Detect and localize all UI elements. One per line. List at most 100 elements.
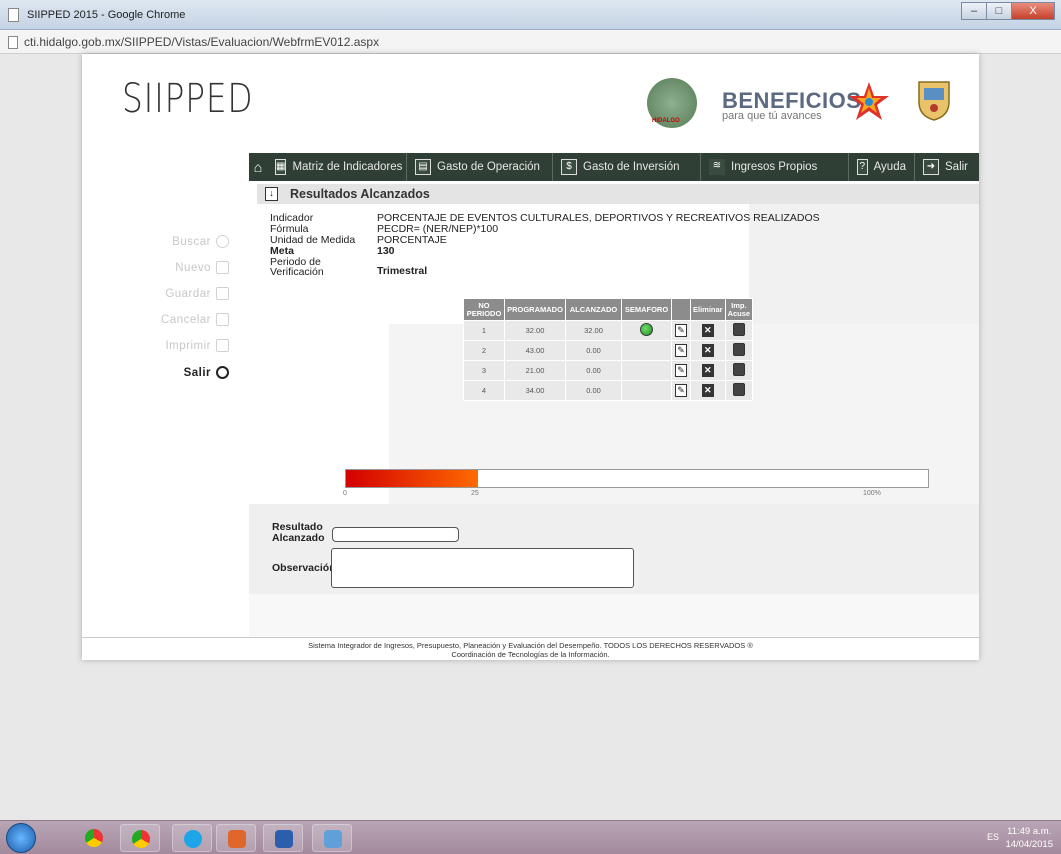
sidebar-buscar[interactable]: Buscar	[172, 235, 229, 248]
cell-eliminar: ✕	[690, 340, 726, 361]
cell-alcanzado: 32.00	[565, 320, 622, 341]
col-alcanzado: ALCANZADO	[565, 298, 622, 321]
search-icon	[216, 235, 229, 248]
nav-matriz-indicadores[interactable]: ▦ Matriz de Indicadores	[267, 153, 407, 181]
col-edit	[671, 298, 691, 321]
cell-semaforo	[621, 320, 672, 341]
nav-ingresos-propios[interactable]: ≋ Ingresos Propios	[701, 153, 849, 181]
print-icon[interactable]	[732, 323, 745, 336]
sidebar-nuevo[interactable]: Nuevo	[175, 261, 229, 274]
nav-label: Ayuda	[873, 161, 906, 173]
resultado-input[interactable]	[332, 527, 459, 542]
footer-line2: Coordinación de Tecnologías de la Inform…	[451, 650, 610, 659]
tray-lang[interactable]: ES	[987, 832, 999, 842]
cell-edit: ✎	[671, 340, 691, 361]
minimize-button[interactable]: –	[961, 2, 987, 20]
table-row: 2 43.00 0.00 ✎ ✕	[463, 340, 754, 361]
taskbar-chrome[interactable]	[74, 824, 114, 852]
left-sidebar: Buscar Nuevo Guardar Cancelar Imprimir S…	[82, 147, 249, 637]
cell-eliminar: ✕	[690, 360, 726, 381]
taskbar-powerpoint[interactable]	[216, 824, 256, 852]
delete-icon[interactable]: ✕	[701, 344, 714, 357]
sidebar-label: Nuevo	[175, 261, 211, 274]
cell-semaforo	[621, 360, 672, 381]
nav-ayuda[interactable]: ? Ayuda	[849, 153, 915, 181]
sidebar-salir[interactable]: Salir	[184, 366, 229, 379]
nav-gasto-inversion[interactable]: $ Gasto de Inversión	[553, 153, 701, 181]
edit-icon[interactable]: ✎	[675, 364, 687, 377]
cell-programado: 32.00	[504, 320, 566, 341]
cell-acuse	[724, 340, 754, 361]
edit-icon[interactable]: ✎	[675, 344, 687, 357]
home-icon[interactable]: ⌂	[249, 153, 267, 181]
powerpoint-icon	[228, 830, 246, 848]
taskbar-word[interactable]	[263, 824, 303, 852]
print-icon[interactable]	[732, 383, 745, 396]
cell-programado: 21.00	[504, 360, 566, 381]
taskbar-chrome-active[interactable]	[120, 824, 160, 852]
main-nav: ⌂ ▦ Matriz de Indicadores ▤ Gasto de Ope…	[249, 153, 979, 181]
cell-eliminar: ✕	[690, 320, 726, 341]
edit-icon[interactable]: ✎	[675, 384, 687, 397]
star-logo-icon	[849, 82, 889, 120]
col-eliminar: Eliminar	[690, 298, 726, 321]
edit-icon[interactable]: ✎	[675, 324, 687, 337]
delete-icon[interactable]: ✕	[701, 364, 714, 377]
cell-edit: ✎	[671, 360, 691, 381]
sidebar-imprimir[interactable]: Imprimir	[165, 339, 229, 352]
close-button[interactable]: X	[1011, 2, 1055, 20]
site-logo[interactable]: SIIPPED	[122, 76, 253, 122]
nav-label: Matriz de Indicadores	[292, 161, 403, 173]
observacion-textarea[interactable]	[331, 548, 634, 588]
cell-eliminar: ✕	[690, 380, 726, 401]
cell-edit: ✎	[671, 380, 691, 401]
meta-value: 130	[377, 245, 395, 257]
delete-icon[interactable]: ✕	[701, 384, 714, 397]
sidebar-label: Guardar	[165, 287, 211, 300]
start-button-icon[interactable]	[6, 823, 36, 853]
taskbar: ES 11:49 a.m. 14/04/2015	[0, 820, 1061, 854]
bg-block	[249, 594, 979, 637]
section-title: Resultados Alcanzados	[290, 187, 430, 201]
progress-bar	[345, 469, 929, 488]
cancel-icon	[216, 313, 229, 326]
col-semaforo: SEMAFORO	[621, 298, 672, 321]
cell-acuse	[724, 320, 754, 341]
exit-icon: ➜	[923, 159, 939, 175]
taskbar-clock[interactable]: 11:49 a.m. 14/04/2015	[1005, 825, 1053, 851]
maximize-button[interactable]: □	[986, 2, 1012, 20]
cell-periodo: 2	[463, 340, 505, 361]
print-icon[interactable]	[732, 343, 745, 356]
cell-acuse	[724, 360, 754, 381]
sidebar-cancelar[interactable]: Cancelar	[161, 313, 229, 326]
power-icon	[216, 366, 229, 379]
nav-gasto-operacion[interactable]: ▤ Gasto de Operación	[407, 153, 553, 181]
nav-label: Salir	[945, 161, 969, 173]
table-row: 1 32.00 32.00 ✎ ✕	[463, 320, 754, 341]
cell-edit: ✎	[671, 320, 691, 341]
cell-semaforo	[621, 340, 672, 361]
url-text[interactable]: cti.hidalgo.gob.mx/SIIPPED/Vistas/Evalua…	[24, 35, 379, 49]
clock-date: 14/04/2015	[1005, 839, 1053, 850]
nav-label: Gasto de Inversión	[583, 161, 680, 173]
delete-icon[interactable]: ✕	[701, 324, 714, 337]
col-programado: PROGRAMADO	[504, 298, 566, 321]
periodo-label: Periodo de Verificación	[270, 256, 324, 278]
print-icon	[216, 339, 229, 352]
sidebar-label: Imprimir	[165, 339, 211, 352]
col-periodo: NO PERIODO	[463, 298, 505, 321]
site-header: SIIPPED HIDALGO BENEFICIOS para que tú a…	[82, 54, 979, 147]
nav-salir[interactable]: ➜ Salir	[915, 153, 976, 181]
sidebar-guardar[interactable]: Guardar	[165, 287, 229, 300]
section-header: ↓ Resultados Alcanzados	[257, 184, 979, 204]
browser-viewport: SIIPPED HIDALGO BENEFICIOS para que tú a…	[0, 54, 1061, 820]
table-header-row: NO PERIODO PROGRAMADO ALCANZADO SEMAFORO…	[463, 298, 754, 321]
taskbar-photos[interactable]	[312, 824, 352, 852]
coins-icon: ≋	[709, 159, 725, 175]
taskbar-skype[interactable]	[172, 824, 212, 852]
observacion-label: Observación	[272, 562, 336, 574]
address-bar[interactable]: cti.hidalgo.gob.mx/SIIPPED/Vistas/Evalua…	[0, 30, 1061, 54]
print-icon[interactable]	[732, 363, 745, 376]
photo-viewer-icon	[324, 830, 342, 848]
cell-alcanzado: 0.00	[565, 360, 622, 381]
